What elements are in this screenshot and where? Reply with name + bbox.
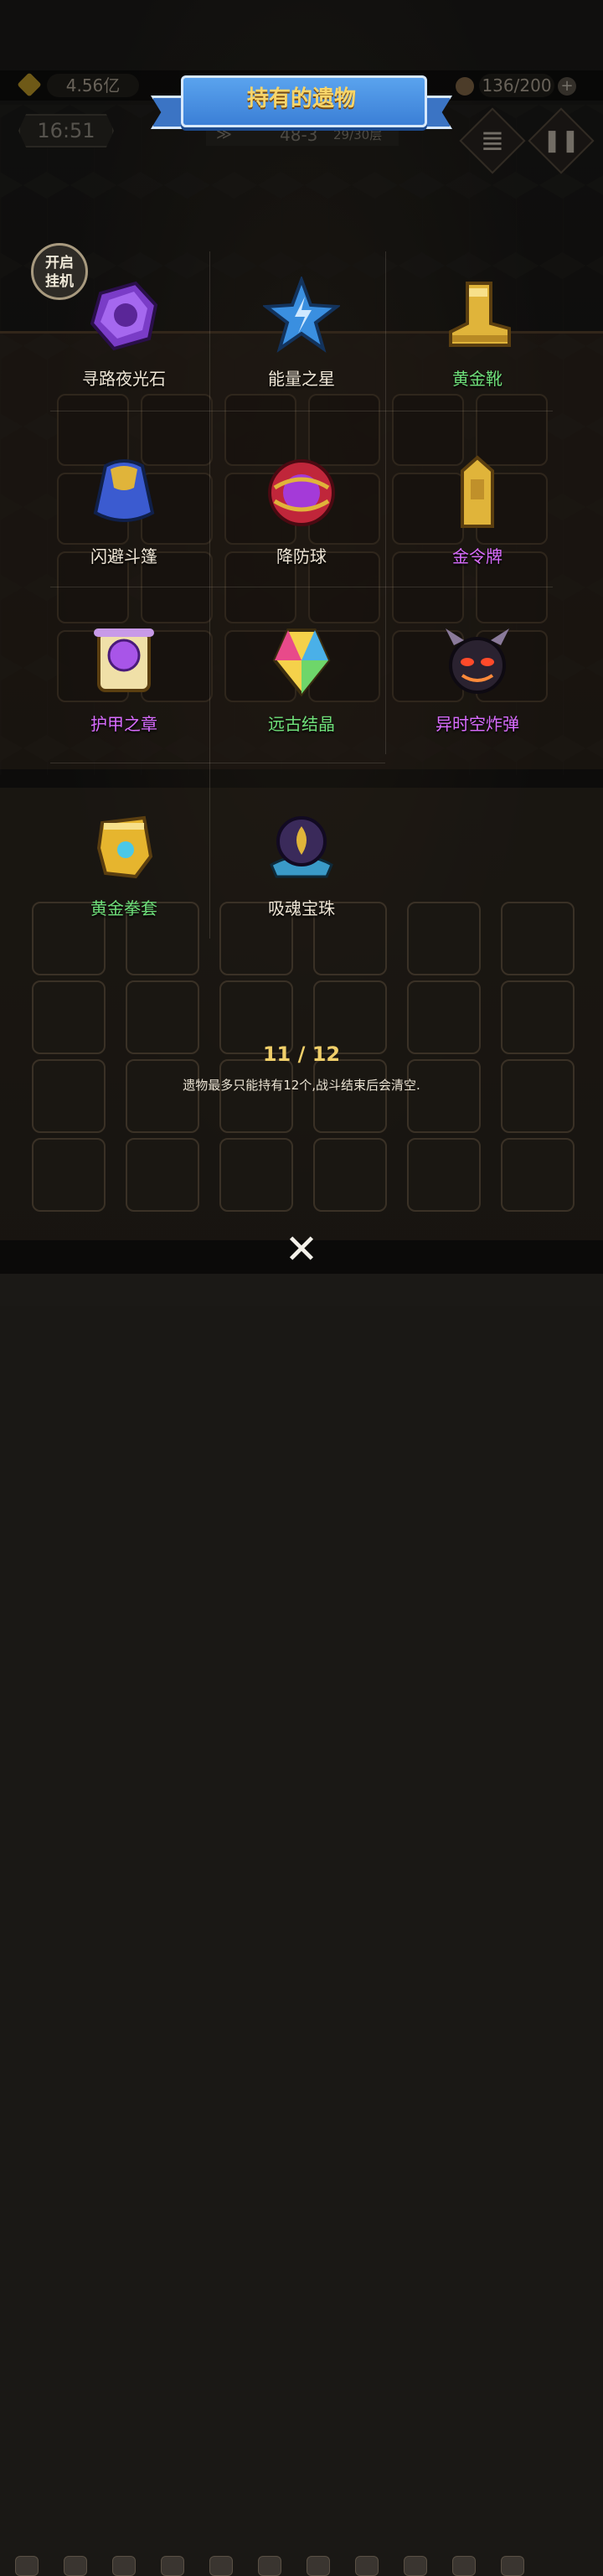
relic-name: 吸魂宝珠 [268,898,335,918]
relic-item[interactable]: 金令牌 [385,454,570,572]
soul-orb-icon [270,816,333,878]
relic-name: 金令牌 [452,546,502,566]
close-icon: ✕ [284,1226,319,1273]
relic-item[interactable]: 降防球 [209,454,394,572]
relic-item[interactable]: 黄金靴 [385,277,570,394]
purple-scroll-icon [94,628,154,692]
modal-title-banner: 持有的遗物 [151,75,452,129]
gold-token-icon [461,455,494,528]
purple-stone-icon [90,281,158,351]
relic-name: 护甲之章 [90,714,157,734]
close-button[interactable]: ✕ [280,1228,323,1271]
relic-count: 11 / 12 [262,1042,341,1066]
relic-name: 能量之星 [268,369,335,389]
blue-cloak-icon [93,459,155,522]
golden-boot-icon [449,282,511,347]
demon-bomb-icon [446,628,509,694]
relic-name: 降防球 [276,546,327,566]
relic-limit-notice: 遗物最多只能持有12个,战斗结束后会清空. [183,1078,420,1093]
modal-title: 持有的遗物 [246,86,356,111]
relic-item[interactable]: 黄金拳套 [32,806,216,923]
relic-name: 闪避斗篷 [90,546,157,566]
relic-item[interactable]: 远古结晶 [209,622,394,739]
relic-item[interactable]: 闪避斗篷 [32,454,216,572]
golden-gauntlet-icon [96,815,153,879]
relic-name: 黄金拳套 [90,898,157,918]
relic-item[interactable]: 能量之星 [209,277,394,394]
relic-name: 异时空炸弹 [436,714,519,734]
red-orb-icon [268,459,335,526]
relic-item[interactable]: 护甲之章 [32,622,216,739]
relic-item[interactable]: 寻路夜光石 [32,277,216,394]
relic-item[interactable]: 吸魂宝珠 [209,806,394,923]
relic-tray [0,1274,603,2576]
relic-item[interactable]: 异时空炸弹 [385,622,570,739]
blue-star-icon [263,277,340,353]
relic-name: 黄金靴 [452,369,502,389]
relic-name: 远古结晶 [268,714,335,734]
relic-name: 寻路夜光石 [82,369,166,389]
rainbow-crystal-icon [272,628,331,697]
